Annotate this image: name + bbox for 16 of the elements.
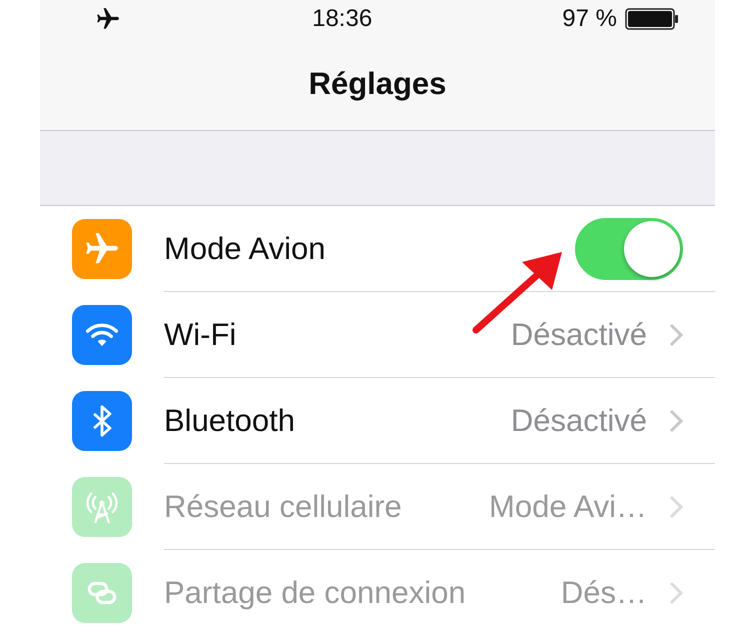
setting-value: Désactivé — [510, 316, 647, 352]
chevron-icon — [669, 408, 683, 432]
clock-time: 18:36 — [312, 5, 372, 32]
chevron-icon — [669, 322, 683, 346]
setting-label[interactable]: Mode Avion — [164, 230, 326, 266]
battery-percentage: 97 % — [562, 5, 617, 33]
battery-icon — [625, 8, 679, 30]
chevron-icon — [669, 494, 683, 518]
setting-value: Mode Avi… — [488, 488, 647, 524]
screen-title: Réglages — [308, 66, 446, 102]
airplane-mode-icon — [94, 6, 122, 32]
chevron-icon — [669, 580, 683, 604]
setting-value: Désactivé — [510, 402, 647, 438]
setting-label[interactable]: Bluetooth — [164, 402, 295, 438]
setting-label[interactable]: Wi-Fi — [164, 316, 236, 352]
setting-value: Dés… — [560, 574, 647, 610]
